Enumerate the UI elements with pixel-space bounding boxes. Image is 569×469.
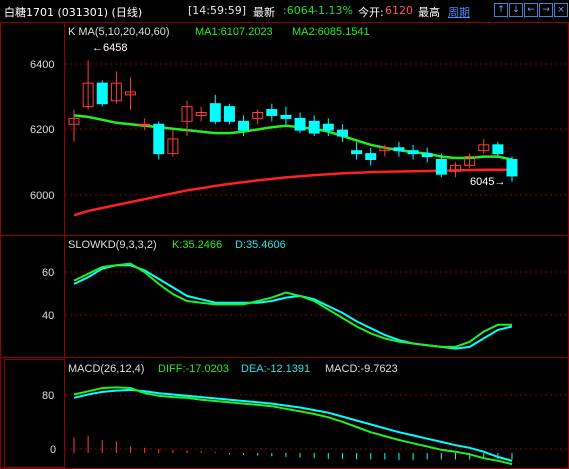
- macd-tick-80: 80: [42, 390, 54, 402]
- candle-body: [153, 123, 165, 155]
- kd-title: SLOWKD(9,3,3,2): [68, 239, 157, 251]
- close-button[interactable]: ×: [554, 3, 568, 17]
- high-value-label: 6458: [103, 42, 127, 54]
- nav-up-button[interactable]: ↑: [494, 3, 508, 17]
- candle-body: [308, 120, 320, 134]
- y-tick-6000: 6000: [30, 190, 54, 202]
- series-layer: [68, 60, 518, 466]
- low-arrow: →: [494, 176, 505, 188]
- macd-macd-value: MACD:-9.7623: [325, 363, 398, 375]
- kd-k-value: K:35.2466: [172, 239, 222, 251]
- candle-body: [223, 106, 235, 122]
- ma2-value: MA2:6085.1541: [292, 26, 370, 38]
- macd-title: MACD(26,12,4): [68, 363, 144, 375]
- high-arrow: ←: [92, 42, 103, 54]
- kd-d-line: [73, 264, 513, 350]
- candle-body: [421, 153, 433, 158]
- candle-body: [492, 144, 504, 155]
- open-value: 6120: [385, 4, 413, 17]
- candle-body: [435, 159, 447, 175]
- candle-body: [393, 147, 405, 152]
- ma-red-line: [73, 168, 512, 217]
- nav-left-button[interactable]: ←: [524, 3, 538, 17]
- candle-body: [322, 123, 334, 131]
- low-value-label: 6045: [470, 176, 494, 188]
- macd-tick-0: 0: [50, 444, 56, 456]
- candle-body: [280, 114, 292, 119]
- change-percent: -1.13%: [314, 4, 353, 17]
- y-tick-6200: 6200: [30, 124, 54, 136]
- high-label: 最高: [418, 6, 440, 19]
- kd-k-line: [73, 262, 512, 348]
- latest-value: :6064: [283, 4, 315, 17]
- candle-body: [266, 109, 278, 116]
- candle-body: [506, 159, 518, 177]
- chart-area: 6400 6200 6000 60 40 80 0 K MA(5,10,20,4…: [0, 22, 569, 469]
- low-price-annotation: 6045→: [470, 176, 505, 188]
- candle-body: [238, 120, 250, 131]
- candle-body: [336, 129, 348, 137]
- kd-tick-60: 60: [42, 267, 54, 279]
- ma-green-line: [73, 114, 513, 161]
- nav-right-button[interactable]: →: [539, 3, 553, 17]
- title-bar: 白糖1701 (031301) (日线) [14:59:59] 最新 :6064…: [0, 0, 569, 22]
- kd-d-value: D:35.4606: [235, 239, 286, 251]
- candle-body: [96, 82, 108, 105]
- kd-tick-40: 40: [42, 310, 54, 322]
- candle-body: [365, 153, 377, 160]
- candle-body: [139, 123, 151, 126]
- candle-body: [209, 103, 221, 122]
- candle-body: [407, 150, 419, 155]
- ma1-value: MA1:6107.2023: [195, 26, 273, 38]
- high-price-annotation: ←6458: [92, 42, 127, 54]
- instrument-title: 白糖1701 (031301) (日线): [4, 6, 143, 19]
- main-indicator-title: K MA(5,10,20,40,60): [68, 26, 170, 38]
- y-tick-6400: 6400: [30, 59, 54, 71]
- period-link[interactable]: 周期: [448, 4, 470, 20]
- open-label: 今开:: [358, 6, 384, 19]
- latest-label: 最新: [253, 6, 275, 19]
- macd-diff-value: DIFF:-17.0203: [158, 363, 229, 375]
- candle-body: [294, 117, 306, 131]
- macd-diff-line: [73, 386, 513, 466]
- candle-body: [351, 150, 363, 155]
- nav-down-button[interactable]: ↓: [509, 3, 523, 17]
- time-stamp: [14:59:59]: [188, 4, 246, 17]
- macd-dea-value: DEA:-12.1391: [241, 363, 310, 375]
